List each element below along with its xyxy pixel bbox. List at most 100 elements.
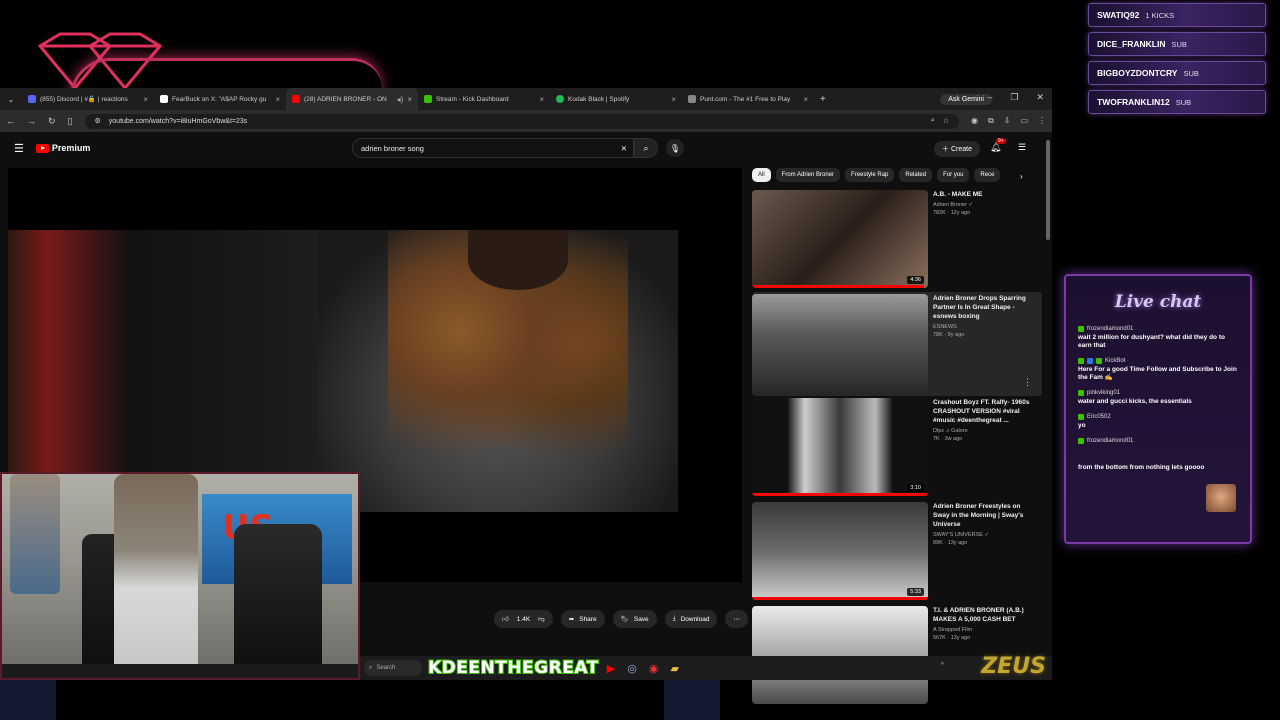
more-icon[interactable]: ⋮: [1038, 116, 1046, 126]
punt-icon: [688, 95, 696, 103]
kick-badge-icon: [1078, 414, 1084, 420]
maximize-icon[interactable]: ❐: [1010, 92, 1018, 103]
close-icon[interactable]: ×: [407, 95, 412, 104]
chip-related[interactable]: Related: [899, 168, 933, 182]
minimize-icon[interactable]: –: [987, 92, 992, 103]
share-label: Share: [579, 615, 597, 623]
video-thumbnail[interactable]: 3:10: [752, 398, 928, 496]
close-icon[interactable]: ×: [275, 95, 280, 104]
dislike-icon[interactable]: 👎︎: [538, 615, 545, 623]
youtube-header: ☰ Premium adrien broner song ✕ ⌕ 🎙︎ ＋ Cre…: [0, 132, 1052, 164]
address-bar[interactable]: ⚙ youtube.com/watch?v=i8iuHmGoVbw&t=23s …: [84, 113, 960, 129]
reload-icon[interactable]: ↻: [48, 116, 56, 127]
recommendation-item[interactable]: 5:33 Adrien Broner Freestyles on Sway in…: [752, 500, 1042, 604]
tab-kick[interactable]: Stream - Kick Dashboard ×: [418, 88, 550, 110]
chevron-right-icon[interactable]: ›: [1020, 172, 1023, 181]
tab-punt[interactable]: Punt.com - The #1 Free to Play ×: [682, 88, 814, 110]
chrome-icon[interactable]: ◉: [649, 662, 659, 675]
like-button[interactable]: 👍︎ 1.4K 👎︎: [494, 610, 553, 628]
site-info-icon[interactable]: ⚙: [95, 117, 101, 125]
tab-bar: ⌄ (855) Discord | #🔒 | reactions × FearBu…: [0, 88, 1052, 110]
chip-all[interactable]: All: [752, 168, 771, 182]
back-icon[interactable]: ←: [6, 116, 15, 126]
new-tab-button[interactable]: +: [814, 94, 832, 105]
create-button[interactable]: ＋ Create: [934, 141, 980, 157]
alert-name: TWOFRANKLIN12: [1097, 97, 1170, 107]
video-title[interactable]: Adrien Broner Drops Sparring Partner Is …: [933, 294, 1037, 321]
zeus-logo: ZEUS: [981, 654, 1046, 679]
chat-message: frozendiamond01 wait 2 million for dushy…: [1078, 326, 1238, 350]
tab-x[interactable]: FearBuck on X: "A$AP Rocky gu ×: [154, 88, 286, 110]
channel-name[interactable]: A Strapped Film: [933, 627, 1037, 633]
chip-for-you[interactable]: For you: [937, 168, 970, 182]
menu-icon[interactable]: ☰: [14, 142, 24, 155]
video-thumbnail[interactable]: 5:33: [752, 502, 928, 600]
tab-youtube[interactable]: (28) ADRIEN BRONER - ON ◂) ×: [286, 88, 418, 110]
search-icon: ⌕: [369, 664, 373, 671]
window-controls: – ❐ ✕: [987, 92, 1044, 103]
save-button[interactable]: 🔖︎ Save: [612, 610, 657, 628]
ask-gemini-button[interactable]: Ask Gemini: [940, 93, 992, 105]
download-icon[interactable]: ⇩: [1004, 116, 1011, 126]
voice-search-button[interactable]: 🎙︎: [666, 139, 684, 157]
create-label: Create: [950, 146, 972, 153]
sidebar-icon[interactable]: ▯: [68, 116, 73, 127]
channel-name[interactable]: Adrien Broner ✓: [933, 202, 1037, 208]
video-title[interactable]: A.B. - MAKE ME: [933, 190, 1037, 199]
profile-icon[interactable]: ▭: [1020, 116, 1028, 126]
share-button[interactable]: ➦ Share: [560, 610, 605, 628]
forward-icon[interactable]: →: [27, 116, 36, 126]
download-button[interactable]: ⤓ Download: [664, 610, 718, 628]
video-thumbnail[interactable]: [752, 294, 928, 392]
video-title[interactable]: T.I. & ADRIEN BRONER (A.B.) MAKES A 5,00…: [933, 606, 1037, 624]
recommendation-item[interactable]: 4:36 A.B. - MAKE ME Adrien Broner ✓ 782K…: [752, 188, 1042, 292]
channel-name[interactable]: Dlpz ♫ Galore: [933, 428, 1037, 434]
close-icon[interactable]: ×: [803, 95, 808, 104]
search-button[interactable]: ⌕: [634, 138, 658, 158]
close-window-icon[interactable]: ✕: [1036, 92, 1044, 103]
recommendation-item[interactable]: 3:10 Crashout Boyz FT. Ralfy- 1960s CRAS…: [752, 396, 1042, 500]
chip-from-adrien-broner[interactable]: From Adrien Broner: [775, 168, 841, 182]
more-actions-button[interactable]: ⋯: [725, 610, 748, 628]
video-thumbnail[interactable]: [752, 606, 928, 704]
tab-discord[interactable]: (855) Discord | #🔒 | reactions ×: [22, 88, 154, 110]
close-icon[interactable]: ×: [539, 95, 544, 104]
folder-icon[interactable]: ▰: [670, 662, 678, 675]
more-vert-icon[interactable]: ⋮: [1023, 377, 1032, 388]
tray-chevron-icon[interactable]: ^: [941, 662, 944, 669]
extension-icon[interactable]: ◉: [971, 116, 978, 126]
chip-recent[interactable]: Rece: [974, 168, 1001, 182]
page-scrollbar[interactable]: [1046, 140, 1050, 240]
puzzle-icon[interactable]: ⧉: [988, 116, 994, 126]
webcam-streamer: [114, 474, 198, 664]
clear-icon[interactable]: ✕: [621, 144, 627, 153]
x-logo-icon: [160, 95, 168, 103]
recommendation-item[interactable]: Adrien Broner Drops Sparring Partner Is …: [752, 292, 1042, 396]
channel-name[interactable]: ESNEWS: [933, 324, 1037, 330]
bookmark-star-icon[interactable]: ☆: [943, 117, 949, 125]
youtube-logo[interactable]: Premium: [35, 143, 90, 153]
youtube-app-icon[interactable]: ▶: [607, 662, 615, 675]
account-menu-icon[interactable]: ☰: [1018, 142, 1026, 153]
tab-title: FearBuck on X: "A$AP Rocky gu: [172, 95, 267, 103]
steam-icon[interactable]: ◎: [627, 662, 637, 675]
taskbar-search[interactable]: ⌕ Search: [364, 660, 422, 676]
close-icon[interactable]: ×: [671, 95, 676, 104]
alert-name: SWATIQ92: [1097, 10, 1140, 20]
spotify-icon: [556, 95, 564, 103]
zoom-icon[interactable]: ⌕: [931, 117, 935, 125]
mic-icon: 🎙︎: [669, 143, 681, 153]
tab-spotify[interactable]: Kodak Black | Spotify ×: [550, 88, 682, 110]
audio-icon[interactable]: ◂): [397, 95, 404, 104]
video-stats: 782K · 12y ago: [933, 210, 971, 216]
close-icon[interactable]: ×: [143, 95, 148, 104]
search-input[interactable]: adrien broner song ✕: [352, 138, 634, 158]
kick-icon: [424, 95, 432, 103]
channel-name[interactable]: SWAY'S UNIVERSE ✓: [933, 532, 1037, 538]
video-title[interactable]: Crashout Boyz FT. Ralfy- 1960s CRASHOUT …: [933, 398, 1037, 425]
video-title[interactable]: Adrien Broner Freestyles on Sway in the …: [933, 502, 1037, 529]
alert-kind: SUB: [1183, 68, 1199, 78]
chip-freestyle-rap[interactable]: Freestyle Rap: [845, 168, 895, 182]
tab-search-chevron-icon[interactable]: ⌄: [0, 95, 22, 104]
video-thumbnail[interactable]: 4:36: [752, 190, 928, 288]
